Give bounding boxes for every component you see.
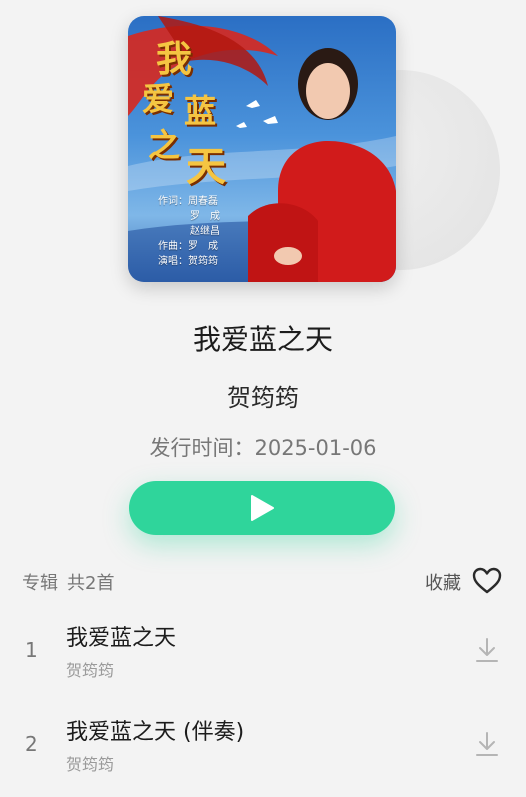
song-title: 我爱蓝之天 — [192, 323, 333, 356]
track-artist: 贺筠筠 — [66, 661, 115, 680]
download-icon[interactable] — [474, 636, 500, 664]
track-count: 共2首 — [67, 573, 115, 594]
album-cover[interactable]: 我 爱 蓝 之 天 作词：周春磊 罗 成 赵继昌 作曲：罗 成 演唱：贺筠筠 — [128, 16, 396, 282]
track-row[interactable]: 2 我爱蓝之天 (伴奏) 贺筠筠 — [0, 706, 526, 786]
track-number: 2 — [25, 732, 38, 756]
cover-title-char: 之 — [148, 126, 181, 164]
release-date: 发行时间：2025-01-06 — [149, 436, 377, 460]
cover-credit-lyricist-2: 罗 成 — [190, 211, 220, 222]
play-all-button[interactable] — [129, 481, 395, 535]
track-title: 我爱蓝之天 (伴奏) — [66, 720, 245, 745]
track-title: 我爱蓝之天 — [66, 626, 177, 651]
track-artist: 贺筠筠 — [66, 755, 115, 774]
track-row[interactable]: 1 我爱蓝之天 贺筠筠 — [0, 612, 526, 692]
track-number: 1 — [25, 638, 38, 662]
artist-name[interactable]: 贺筠筠 — [0, 378, 526, 413]
cover-credit-lyricist: 作词：周春磊 — [158, 196, 218, 207]
cover-credit-composer: 作曲：罗 成 — [158, 241, 218, 252]
favorite-label[interactable]: 收藏 — [425, 569, 461, 595]
cover-credit-singer: 演唱：贺筠筠 — [158, 256, 218, 267]
download-icon[interactable] — [474, 730, 500, 758]
cover-credit-lyricist-3: 赵继昌 — [190, 226, 220, 237]
album-label: 专辑 — [22, 573, 58, 594]
play-icon — [251, 495, 274, 521]
cover-title-char: 蓝 — [184, 92, 217, 130]
heart-icon[interactable] — [472, 566, 502, 596]
cover-title-char: 爱 — [142, 80, 175, 118]
cover-title-char: 天 — [186, 143, 226, 190]
